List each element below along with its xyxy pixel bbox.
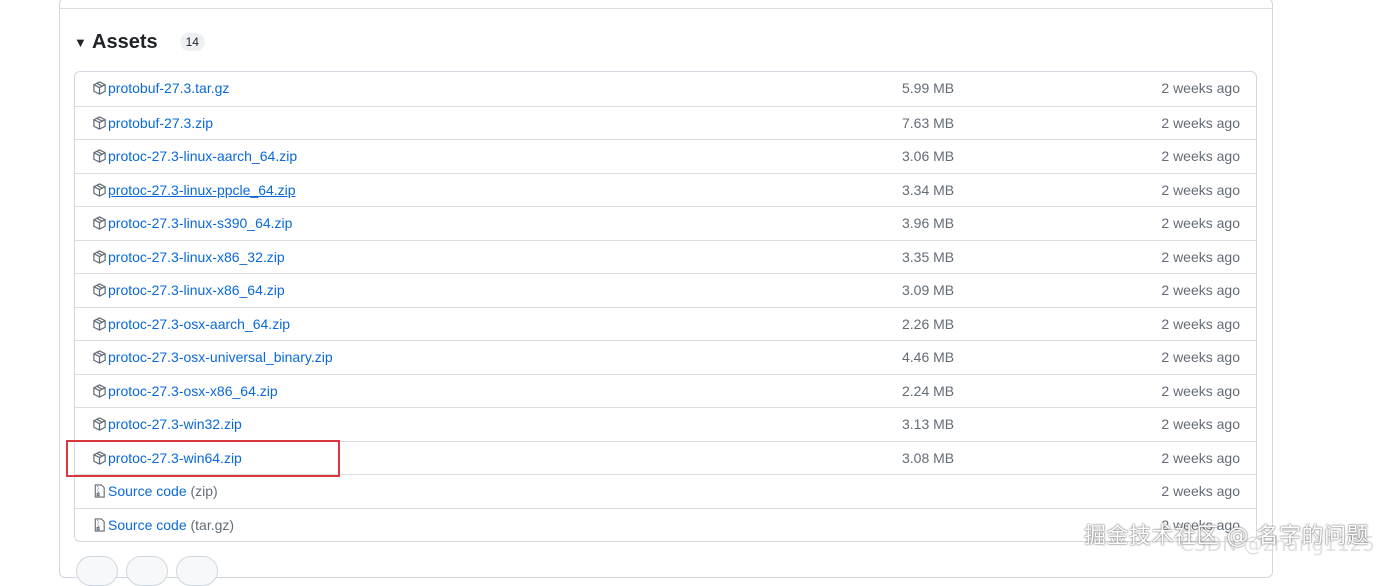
asset-size: 3.09 MB [902,282,955,298]
asset-row: protoc-27.3-linux-x86_64.zip 3.09 MB 2 wee… [75,273,1256,307]
reaction-button[interactable] [176,556,218,586]
package-icon [92,316,107,332]
asset-download-link[interactable]: protoc-27.3-linux-x86_64.zip [108,274,285,307]
asset-name: protoc-27.3-osx-universal_binary.zip [108,349,333,365]
asset-timestamp: 2 weeks ago [1161,215,1240,231]
package-icon [92,148,107,164]
asset-size: 3.13 MB [902,416,955,432]
asset-format-suffix: (tar.gz) [190,516,235,533]
asset-timestamp: 2 weeks ago [1161,449,1240,466]
asset-download-link[interactable]: protoc-27.3-osx-x86_64.zip [108,375,278,408]
asset-size: 5.99 MB [902,80,955,96]
asset-row: protoc-27.3-osx-aarch_64.zip 2.26 MB 2 wee… [75,306,1256,341]
asset-download-link[interactable]: protobuf-27.3.zip [108,107,213,140]
asset-size: 7.63 MB [902,114,955,131]
asset-timestamp: 2 weeks ago [1161,349,1240,365]
asset-name: protoc-27.3-linux-x86_32.zip [108,248,285,265]
assets-count-badge: 14 [179,33,205,51]
asset-timestamp: 2 weeks ago [1161,114,1240,131]
file-zip-icon [92,517,107,533]
juejin-watermark: 掘金技术社区 @ 名字的问题 [1084,524,1369,549]
asset-timestamp: 2 weeks ago [1161,282,1240,298]
asset-size: 3.35 MB [902,248,955,265]
asset-download-link[interactable]: protoc-27.3-linux-aarch_64.zip [108,140,297,173]
package-icon [92,416,107,432]
asset-name: protoc-27.3-osx-aarch_64.zip [108,315,291,332]
file-zip-icon [92,483,107,499]
asset-list: protobuf-27.3.tar.gz 5.99 MB 2 weeks ago pr… [74,71,1257,542]
asset-name: protobuf-27.3.zip [108,114,214,131]
asset-name: Source code [108,483,187,499]
asset-timestamp: 2 weeks ago [1161,181,1240,198]
asset-name: protobuf-27.3.tar.gz [108,80,230,96]
asset-timestamp: 2 weeks ago [1161,416,1240,432]
assets-toggle[interactable]: ▼ Assets 14 [74,28,205,56]
asset-row: protoc-27.3-osx-universal_binary.zip 4.46… [75,340,1256,374]
asset-name: protoc-27.3-win32.zip [108,416,242,432]
panel-divider [59,8,1273,9]
asset-download-link[interactable]: protoc-27.3-linux-x86_32.zip [108,241,285,274]
asset-name: protoc-27.3-linux-ppcle_64.zip [108,181,296,198]
asset-row: protoc-27.3-linux-ppcle_64.zip 3.34 MB 2 w… [75,172,1256,207]
package-icon [92,182,107,198]
caret-down-icon: ▼ [74,34,87,50]
asset-timestamp: 2 weeks ago [1161,80,1240,96]
asset-name: protoc-27.3-win64.zip [108,449,242,466]
reaction-button[interactable] [126,556,168,586]
asset-size: 3.34 MB [902,181,955,198]
asset-name: protoc-27.3-linux-x86_64.zip [108,282,285,298]
asset-timestamp: 2 weeks ago [1161,248,1240,265]
asset-row: protoc-27.3-win64.zip 3.08 MB 2 weeks ago [75,440,1256,475]
package-icon [92,115,107,131]
asset-name: protoc-27.3-osx-x86_64.zip [108,382,278,399]
asset-name: Source code [108,516,187,533]
asset-timestamp: 2 weeks ago [1161,483,1240,499]
asset-download-link[interactable]: protoc-27.3-win32.zip [108,408,242,441]
asset-name: protoc-27.3-linux-s390_64.zip [108,215,293,231]
asset-download-link[interactable]: protoc-27.3-linux-ppcle_64.zip [108,174,296,207]
asset-size: 3.06 MB [902,148,955,164]
asset-format-suffix: (zip) [190,483,218,499]
asset-row: protoc-27.3-linux-aarch_64.zip 3.06 MB 2 w… [75,139,1256,173]
package-icon [92,80,107,96]
asset-row: protobuf-27.3.zip 7.63 MB 2 weeks ago [75,105,1256,140]
reaction-button[interactable] [76,556,118,586]
package-icon [92,215,107,231]
asset-row: Source code (tar.gz) 2 weeks ago [75,507,1256,542]
asset-size: 2.26 MB [902,315,955,332]
asset-row: protoc-27.3-linux-s390_64.zip 3.96 MB 2 we… [75,206,1256,240]
asset-row: protobuf-27.3.tar.gz 5.99 MB 2 weeks ago [75,72,1256,106]
asset-row: protoc-27.3-win32.zip 3.13 MB 2 weeks ago [75,407,1256,441]
package-icon [92,349,107,365]
package-icon [92,249,107,265]
asset-timestamp: 2 weeks ago [1161,148,1240,164]
assets-title: Assets [92,30,158,53]
asset-download-link[interactable]: protoc-27.3-osx-aarch_64.zip [108,308,290,341]
package-icon [92,383,107,399]
asset-row: Source code (zip) 2 weeks ago [75,474,1256,508]
asset-name: protoc-27.3-linux-aarch_64.zip [108,148,298,164]
asset-download-link[interactable]: protoc-27.3-osx-universal_binary.zip [108,341,333,374]
asset-size: 3.08 MB [902,449,955,466]
asset-download-link[interactable]: protobuf-27.3.tar.gz [108,72,229,105]
asset-download-link[interactable]: Source code (zip) [108,475,218,508]
asset-size: 3.96 MB [902,215,955,231]
asset-row: protoc-27.3-osx-x86_64.zip 2.24 MB 2 weeks… [75,373,1256,408]
asset-timestamp: 2 weeks ago [1161,382,1240,399]
asset-row: protoc-27.3-linux-x86_32.zip 3.35 MB 2 wee… [75,239,1256,274]
package-icon [92,282,107,298]
package-icon [92,450,107,466]
asset-download-link[interactable]: protoc-27.3-win64.zip [108,442,242,475]
asset-download-link[interactable]: Source code (tar.gz) [108,509,234,542]
asset-size: 4.46 MB [902,349,955,365]
asset-timestamp: 2 weeks ago [1161,315,1240,332]
asset-size: 2.24 MB [902,382,955,399]
asset-download-link[interactable]: protoc-27.3-linux-s390_64.zip [108,207,292,240]
